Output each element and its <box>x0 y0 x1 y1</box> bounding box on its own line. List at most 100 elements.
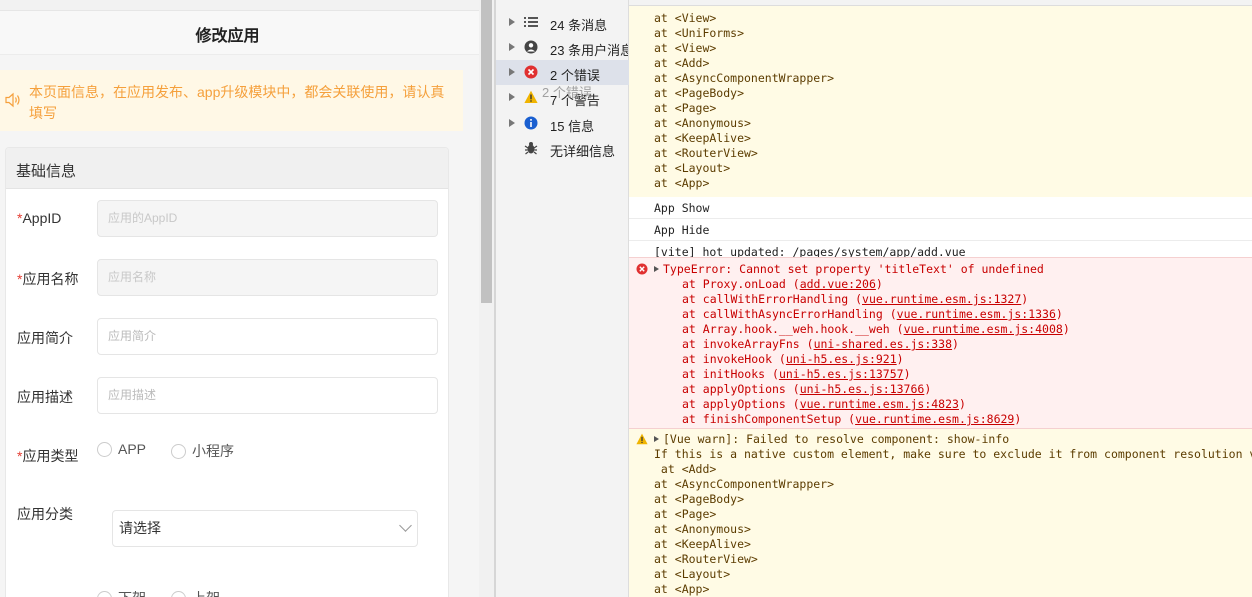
app-scrollbar-thumb[interactable] <box>481 0 492 303</box>
sidebar-item-label: 24 条消息 <box>550 18 608 33</box>
radio-app[interactable]: APP <box>97 441 146 457</box>
drag-ghost-text: 2 个错误 <box>542 85 592 100</box>
source-link[interactable]: vue.runtime.esm.js:4008 <box>904 322 1063 336</box>
sidebar-item-messages[interactable]: 24 条消息 <box>496 10 629 35</box>
expand-arrow-icon[interactable] <box>509 18 515 26</box>
stack-line: at <Layout> <box>654 161 731 175</box>
appid-label: *AppID <box>17 210 61 226</box>
error-stack-frame: at finishComponentSetup (vue.runtime.esm… <box>682 412 1021 427</box>
frame-end: ) <box>896 352 904 366</box>
sidebar-item-user-messages[interactable]: 23 条用户消息 <box>496 35 629 60</box>
appid-input[interactable]: 应用的AppID <box>97 200 438 237</box>
vue-warn-message[interactable]: [Vue warn]: Failed to resolve component:… <box>654 432 1009 447</box>
bug-icon <box>524 142 538 155</box>
expand-arrow-icon[interactable] <box>509 93 515 101</box>
vue-warn-line: at <Page> <box>654 507 717 521</box>
log-line-app-show: App Show <box>629 197 1252 219</box>
expand-triangle-icon[interactable] <box>654 436 659 442</box>
source-link[interactable]: vue.runtime.esm.js:8629 <box>855 412 1014 426</box>
app-desc-label: 应用描述 <box>17 389 73 405</box>
error-stack-frame: at invokeHook (uni-h5.es.js:921) <box>682 352 904 367</box>
warning-stack-block: at <View> at <UniForms> at <View> at <Add> a… <box>629 6 1252 197</box>
frame-function: at initHooks ( <box>682 367 779 381</box>
expand-arrow-icon[interactable] <box>509 119 515 127</box>
source-link[interactable]: uni-h5.es.js:13766 <box>800 382 925 396</box>
app-name-input[interactable]: 应用名称 <box>97 259 438 296</box>
user-icon <box>524 40 538 54</box>
appid-label-text: AppID <box>22 210 62 226</box>
frame-function: at Array.hook.__weh.hook.__weh ( <box>682 322 904 336</box>
expand-arrow-icon[interactable] <box>509 68 515 76</box>
console-log[interactable]: at <View> at <UniForms> at <View> at <Add> a… <box>629 6 1252 597</box>
radio-offline[interactable]: 下架 <box>97 588 146 597</box>
stack-line: at <View> <box>654 11 717 25</box>
section-title: 基础信息 <box>16 163 77 180</box>
vue-warn-block: [Vue warn]: Failed to resolve component:… <box>629 429 1252 597</box>
error-message-text: TypeError: Cannot set property 'titleTex… <box>663 262 1044 276</box>
frame-function: at invokeHook ( <box>682 352 786 366</box>
app-top-strip <box>0 0 479 11</box>
source-link[interactable]: vue.runtime.esm.js:4823 <box>800 397 959 411</box>
error-block: TypeError: Cannot set property 'titleTex… <box>629 257 1252 429</box>
radio-circle <box>171 443 186 459</box>
source-link[interactable]: uni-h5.es.js:13757 <box>779 367 904 381</box>
stack-line: at <UniForms> <box>654 26 745 40</box>
vue-warn-line: If this is a native custom element, make… <box>654 447 1252 461</box>
vue-warn-line: at <AsyncComponentWrapper> <box>654 477 835 491</box>
sidebar-item-verbose[interactable]: 无详细信息 <box>496 136 629 161</box>
vue-warn-text: [Vue warn]: Failed to resolve component:… <box>663 432 1010 446</box>
frame-function: at applyOptions ( <box>682 397 800 411</box>
stack-line: at <PageBody> <box>654 86 745 100</box>
log-text: App Hide <box>654 223 710 237</box>
stack-line: at <RouterView> <box>654 146 758 160</box>
sidebar-item-label: 15 信息 <box>550 119 595 134</box>
stack-line: at <KeepAlive> <box>654 131 751 145</box>
error-message[interactable]: TypeError: Cannot set property 'titleTex… <box>654 262 1044 277</box>
app-desc-input[interactable]: 应用描述 <box>97 377 438 414</box>
app-preview: 修改应用 本页面信息，在应用发布、app升级模块中，都会关联使用，请认真填写 基… <box>0 0 479 597</box>
expand-arrow-icon[interactable] <box>509 43 515 51</box>
radio-circle <box>97 441 112 457</box>
screen: 修改应用 本页面信息，在应用发布、app升级模块中，都会关联使用，请认真填写 基… <box>0 0 1252 597</box>
vue-warn-line: at <RouterView> <box>654 552 758 566</box>
radio-offline-label: 下架 <box>118 588 146 597</box>
page-title: 修改应用 <box>195 28 260 45</box>
frame-end: ) <box>1014 412 1022 426</box>
error-stack-frame: at applyOptions (uni-h5.es.js:13766) <box>682 382 931 397</box>
app-category-select[interactable]: 请选择 <box>112 510 418 547</box>
select-value: 请选择 <box>119 520 161 536</box>
stack-line: at <Add> <box>654 56 710 70</box>
vue-warn-line: at <Add> <box>654 462 717 476</box>
sidebar-item-label: 无详细信息 <box>550 144 616 159</box>
vue-warn-line: at <App> <box>654 582 710 596</box>
error-stack-frame: at callWithErrorHandling (vue.runtime.es… <box>682 292 1028 307</box>
source-link[interactable]: uni-shared.es.js:338 <box>814 337 952 351</box>
radio-online[interactable]: 上架 <box>171 588 220 597</box>
frame-function: at applyOptions ( <box>682 382 800 396</box>
source-link[interactable]: vue.runtime.esm.js:1336 <box>897 307 1056 321</box>
error-icon <box>524 65 538 79</box>
frame-function: at finishComponentSetup ( <box>682 412 856 426</box>
radio-online-label: 上架 <box>192 588 220 597</box>
frame-end: ) <box>1062 322 1070 336</box>
log-text: App Show <box>654 201 710 215</box>
frame-end: ) <box>952 337 959 351</box>
frame-end: ) <box>1021 292 1029 306</box>
stack-line: at <Anonymous> <box>654 116 751 130</box>
app-intro-label: 应用简介 <box>17 330 73 346</box>
sidebar-item-info[interactable]: 15 信息 <box>496 111 629 136</box>
source-link[interactable]: vue.runtime.esm.js:1327 <box>862 292 1021 306</box>
app-intro-input[interactable]: 应用简介 <box>97 318 438 355</box>
source-link[interactable]: add.vue:206 <box>800 277 876 291</box>
radio-miniprogram[interactable]: 小程序 <box>171 441 234 461</box>
expand-triangle-icon[interactable] <box>654 266 659 272</box>
error-stack-frame: at initHooks (uni-h5.es.js:13757) <box>682 367 911 382</box>
source-link[interactable]: uni-h5.es.js:921 <box>786 352 897 366</box>
radio-miniprogram-label: 小程序 <box>192 443 234 459</box>
list-icon <box>524 17 538 27</box>
stack-line: at <AsyncComponentWrapper> <box>654 71 835 85</box>
error-stack-frame: at Proxy.onLoad (add.vue:206) <box>682 277 883 292</box>
error-stack-frame: at callWithAsyncErrorHandling (vue.runti… <box>682 307 1063 322</box>
stack-line: at <Page> <box>654 101 717 115</box>
vue-warn-line: at <PageBody> <box>654 492 745 506</box>
